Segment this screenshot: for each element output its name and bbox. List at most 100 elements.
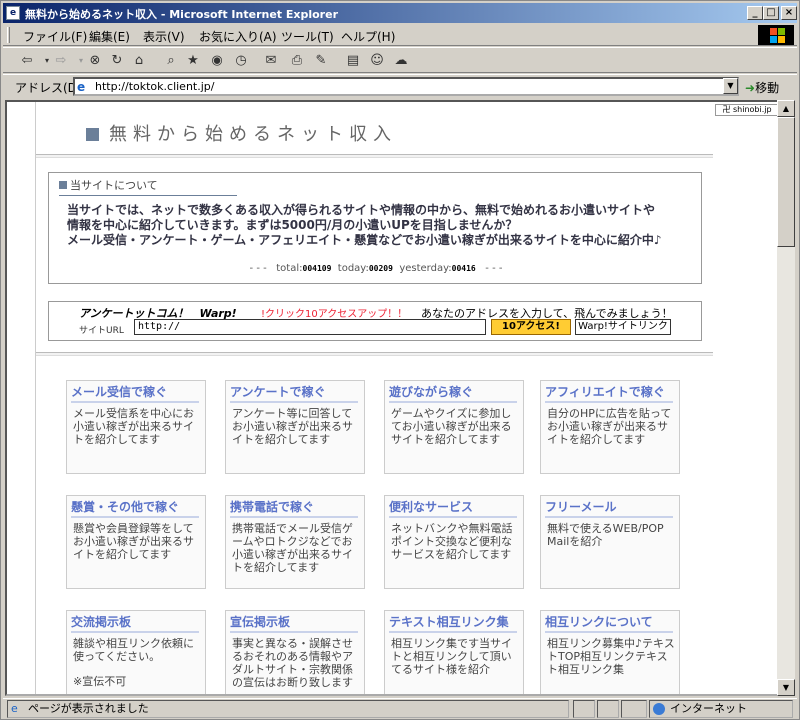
category-title[interactable]: 宣伝掲示板	[230, 613, 358, 633]
address-dropdown-icon[interactable]: ▼	[723, 78, 738, 94]
category-desc: 相互リンク募集中♪テキストTOP相互リンクテキスト相互リンク集	[547, 637, 675, 676]
menu-favorites[interactable]: お気に入り(A)	[199, 28, 277, 45]
scroll-up-icon[interactable]: ▲	[777, 100, 795, 117]
counter-suffix: - - -	[485, 263, 503, 274]
menu-bar: ファイル(F) 編集(E) 表示(V) お気に入り(A) ツール(T) ヘルプ(…	[3, 24, 797, 46]
close-button[interactable]: ×	[781, 6, 797, 20]
access-button[interactable]: 10アクセス!	[491, 319, 571, 335]
refresh-icon[interactable]: ↻	[109, 53, 125, 69]
site-title: 無料から始めるネット収入	[86, 120, 397, 146]
category-card[interactable]: アフィリエイトで稼ぐ 自分のHPに広告を貼ってお小遣い稼ぎが出来るサイトを紹介して…	[540, 380, 680, 474]
category-desc: アンケート等に回答してお小遣い稼ぎが出来るサイトを紹介してます	[232, 407, 353, 446]
site-url-label: サイトURL	[79, 326, 124, 336]
title-square-icon	[86, 128, 99, 141]
category-desc: 懸賞や会員登録等をしてお小遣い稼ぎが出来るサイトを紹介してます	[73, 522, 194, 561]
about-line: 情報を中心に紹介していきます。まずは5000円/月の小遣いUPを目指しませんか？	[67, 218, 518, 232]
category-desc-text: 雑談や相互リンク依頼に使ってください。	[73, 637, 194, 663]
category-card[interactable]: 交流掲示板雑談や相互リンク依頼に使ってください。 ※宣伝不可	[66, 610, 206, 694]
address-input[interactable]: e http://toktok.client.jp/	[73, 77, 739, 96]
yesterday-count: 00416	[451, 264, 476, 273]
print-icon[interactable]: ⎙	[289, 53, 305, 69]
search-icon[interactable]: ⌕	[163, 53, 179, 69]
about-text: 当サイトでは、ネットで数多くある収入が得られるサイトや情報の中から、無料で始めれ…	[67, 203, 697, 248]
scroll-thumb[interactable]	[777, 117, 795, 247]
favorites-icon[interactable]: ★	[185, 53, 201, 69]
menu-help[interactable]: ヘルプ(H)	[341, 28, 395, 45]
menu-edit[interactable]: 編集(E)	[89, 28, 130, 45]
category-title[interactable]: 相互リンクについて	[545, 613, 673, 633]
category-card[interactable]: フリーメール無料で使えるWEB/POP Mailを紹介	[540, 495, 680, 589]
category-title[interactable]: 懸賞・その他で稼ぐ	[71, 498, 199, 518]
category-card[interactable]: アンケートで稼ぐアンケート等に回答してお小遣い稼ぎが出来るサイトを紹介してます	[225, 380, 365, 474]
messenger-icon[interactable]: ☺	[369, 53, 385, 69]
edit-icon[interactable]: ✎	[313, 53, 329, 69]
category-note: ※宣伝不可	[73, 675, 127, 688]
menu-view[interactable]: 表示(V)	[143, 28, 185, 45]
category-title[interactable]: 携帯電話で稼ぐ	[230, 498, 358, 518]
site-url-input[interactable]: http://	[134, 319, 486, 335]
category-card[interactable]: 懸賞・その他で稼ぐ懸賞や会員登録等をしてお小遣い稼ぎが出来るサイトを紹介してます	[66, 495, 206, 589]
menu-file[interactable]: ファイル(F)	[23, 28, 87, 45]
divider	[36, 352, 714, 356]
category-desc: ネットバンクや無料電話ポイント交換など便利なサービスを紹介してます	[391, 522, 513, 561]
forward-icon[interactable]: ⇨	[53, 53, 69, 69]
toolbar: ⇦ ▾ ⇨ ▾ ⊗ ↻ ⌂ ⌕ ★ ◉ ◷ ✉ ⎙ ✎ ▤ ☺ ☁	[3, 47, 797, 73]
today-label: today:	[337, 263, 369, 274]
category-desc: ゲームやクイズに参加してお小遣い稼ぎが出来るサイトを紹介してます	[391, 407, 512, 446]
category-title[interactable]: フリーメール	[545, 498, 673, 518]
about-line: 当サイトでは、ネットで数多くある収入が得られるサイトや情報の中から、無料で始めれ…	[67, 203, 656, 217]
site-title-text: 無料から始めるネット収入	[109, 124, 397, 145]
status-cell	[621, 700, 647, 718]
category-card[interactable]: 携帯電話で稼ぐ携帯電話でメール受信ゲームやロトクジなどでお小遣い稼ぎが出来るサイ…	[225, 495, 365, 589]
category-desc: 雑談や相互リンク依頼に使ってください。 ※宣伝不可	[73, 637, 203, 688]
category-desc: 携帯電話でメール受信ゲームやロトクジなどでお小遣い稼ぎが出来るサイトを紹介してま…	[232, 522, 353, 574]
shinobi-text: shinobi.jp	[732, 105, 772, 114]
vertical-scrollbar[interactable]: ▲ ▼	[777, 100, 795, 696]
category-title[interactable]: アンケートで稼ぐ	[230, 383, 358, 403]
shinobi-badge[interactable]: 卍 shinobi.jp	[715, 104, 777, 116]
related-icon[interactable]: ☁	[393, 53, 409, 69]
stop-icon[interactable]: ⊗	[87, 53, 103, 69]
category-desc: 無料で使えるWEB/POP Mailを紹介	[547, 522, 664, 548]
back-icon[interactable]: ⇦	[19, 53, 35, 69]
category-title[interactable]: メール受信で稼ぐ	[71, 383, 199, 403]
menu-tools[interactable]: ツール(T)	[281, 28, 334, 45]
home-icon[interactable]: ⌂	[131, 53, 147, 69]
category-title[interactable]: テキスト相互リンク集	[389, 613, 517, 633]
scroll-down-icon[interactable]: ▼	[777, 679, 795, 696]
counter-prefix: - - -	[249, 263, 267, 274]
status-cell	[573, 700, 595, 718]
category-card[interactable]: 相互リンクについて相互リンク募集中♪テキストTOP相互リンクテキスト相互リンク集	[540, 610, 680, 694]
security-zone: インターネット	[649, 700, 793, 718]
status-text: e ページが表示されました	[7, 700, 569, 718]
minimize-button[interactable]: _	[747, 6, 763, 20]
category-card[interactable]: 遊びながら稼ぐゲームやクイズに参加してお小遣い稼ぎが出来るサイトを紹介してます	[384, 380, 524, 474]
access-counter: - - - total:004109 today:00209 yesterday…	[49, 263, 703, 274]
category-card[interactable]: 宣伝掲示板 事実と異なる・誤解させるおそれのある情報やアダルトサイト・宗教関係の宣…	[225, 610, 365, 694]
window-title: 無料から始めるネット収入 - Microsoft Internet Explor…	[25, 8, 338, 21]
category-card[interactable]: テキスト相互リンク集 相互リンク集です当サイトと相互リンクして頂いてるサイト様を紹…	[384, 610, 524, 694]
side-pane: 卍 shinobi.jp	[713, 102, 777, 694]
category-title[interactable]: 便利なサービス	[389, 498, 517, 518]
maximize-button[interactable]: □	[763, 6, 779, 20]
heading-square-icon	[59, 181, 67, 189]
address-url: http://toktok.client.jp/	[95, 80, 215, 93]
discuss-icon[interactable]: ▤	[345, 53, 361, 69]
category-title[interactable]: アフィリエイトで稼ぐ	[545, 383, 673, 403]
go-button[interactable]: ➜移動	[745, 79, 779, 96]
warp-link-button[interactable]: Warp!サイトリンク	[575, 319, 671, 335]
site-page: 無料から始めるネット収入 当サイトについて 当サイトでは、ネットで数多くある収入…	[35, 102, 715, 694]
category-card[interactable]: メール受信で稼ぐ メール受信系を中心にお小遣い稼ぎが出来るサイトを紹介してます	[66, 380, 206, 474]
mail-icon[interactable]: ✉	[263, 53, 279, 69]
category-card[interactable]: 便利なサービスネットバンクや無料電話ポイント交換など便利なサービスを紹介してます	[384, 495, 524, 589]
media-icon[interactable]: ◉	[209, 53, 225, 69]
category-title[interactable]: 交流掲示板	[71, 613, 199, 633]
menu-grip	[7, 27, 10, 43]
status-message: ページが表示されました	[28, 702, 149, 715]
yesterday-label: yesterday:	[399, 263, 452, 274]
title-bar: e 無料から始めるネット収入 - Microsoft Internet Expl…	[3, 3, 797, 23]
about-line: メール受信・アンケート・ゲーム・アフェリエイト・懸賞などでお小遣い稼ぎが出来るサ…	[67, 233, 662, 247]
history-icon[interactable]: ◷	[233, 53, 249, 69]
page-content: 無料から始めるネット収入 当サイトについて 当サイトでは、ネットで数多くある収入…	[5, 100, 779, 696]
category-title[interactable]: 遊びながら稼ぐ	[389, 383, 517, 403]
